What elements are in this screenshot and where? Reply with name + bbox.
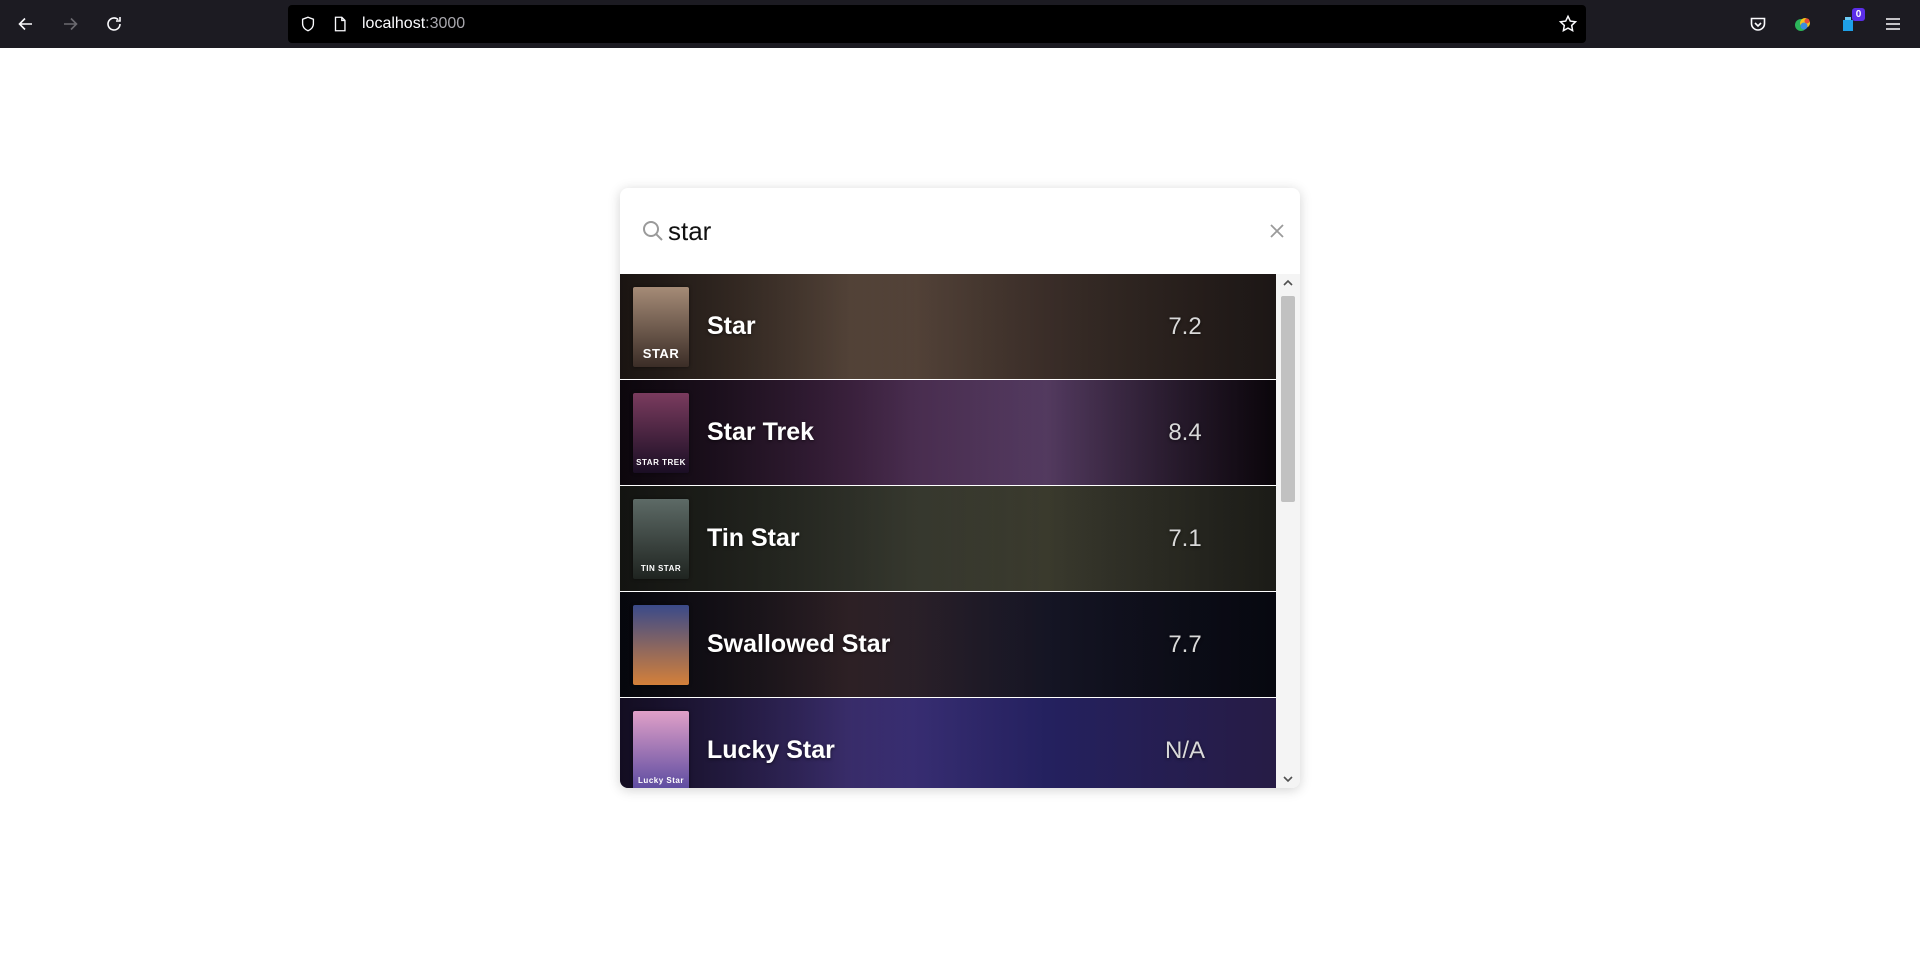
- toolbar-right: 0: [1740, 0, 1920, 48]
- search-input[interactable]: [668, 211, 1228, 251]
- result-rating: 7.7: [1168, 630, 1202, 658]
- poster-text: TIN STAR: [640, 563, 682, 573]
- result-rating: 7.2: [1168, 312, 1202, 340]
- arrow-right-icon: [64, 17, 78, 31]
- scroll-up-arrow[interactable]: [1276, 274, 1300, 292]
- close-icon[interactable]: [1264, 218, 1290, 244]
- url-bar[interactable]: localhost:3000: [288, 5, 1586, 43]
- browser-toolbar: localhost:3000 0: [0, 0, 1920, 48]
- result-row[interactable]: Swallowed Star 7.7: [620, 592, 1276, 698]
- result-title: Tin Star: [707, 524, 800, 552]
- result-poster: [633, 604, 689, 685]
- pocket-icon[interactable]: [1740, 6, 1776, 42]
- bookmark-star-icon[interactable]: [1558, 14, 1578, 34]
- result-rating: N/A: [1164, 736, 1205, 764]
- extension-badge-icon[interactable]: 0: [1830, 6, 1866, 42]
- shield-icon[interactable]: [298, 14, 318, 34]
- url-port: :3000: [425, 15, 466, 32]
- result-poster: TIN STAR: [633, 498, 689, 579]
- result-title: Swallowed Star: [707, 630, 891, 658]
- result-row[interactable]: Lucky Star Lucky Star N/A: [620, 698, 1276, 788]
- result-poster: STAR TREK: [633, 392, 689, 473]
- result-poster: STAR: [633, 286, 689, 367]
- result-poster: Lucky Star: [633, 710, 689, 788]
- result-rating: 8.4: [1168, 418, 1202, 446]
- results-list: STAR Star 7.2 STAR TREK Star Trek 8.4 TIN STAR…: [620, 274, 1276, 788]
- result-title: Star: [707, 312, 756, 340]
- poster-text: STAR: [642, 345, 680, 361]
- result-row[interactable]: STAR Star 7.2: [620, 274, 1276, 380]
- search-panel: STAR Star 7.2 STAR TREK Star Trek 8.4 TIN STAR…: [620, 188, 1300, 788]
- result-row[interactable]: STAR TREK Star Trek 8.4: [620, 380, 1276, 486]
- result-rating: 7.1: [1168, 524, 1202, 552]
- poster-text: STAR TREK: [636, 457, 686, 467]
- back-button[interactable]: [8, 6, 44, 42]
- chevron-down-icon: [1283, 776, 1293, 783]
- scroll-thumb[interactable]: [1281, 296, 1295, 502]
- colorful-extension-icon[interactable]: [1785, 6, 1821, 42]
- url-host: localhost: [362, 15, 426, 32]
- extension-badge-count: 0: [1852, 8, 1865, 21]
- reload-icon: [107, 17, 121, 31]
- forward-button[interactable]: [52, 6, 88, 42]
- chevron-up-icon: [1283, 279, 1293, 286]
- result-title: Star Trek: [707, 418, 815, 446]
- result-row[interactable]: TIN STAR Tin Star 7.1: [620, 486, 1276, 592]
- page-icon[interactable]: [330, 14, 350, 34]
- result-title: Lucky Star: [707, 736, 835, 764]
- search-header: [620, 188, 1300, 274]
- scroll-down-arrow[interactable]: [1276, 770, 1300, 788]
- hamburger-menu-icon[interactable]: [1875, 6, 1911, 42]
- arrow-left-icon: [18, 17, 32, 31]
- magnifier-icon: [640, 218, 666, 244]
- results-scrollbar[interactable]: [1276, 274, 1300, 788]
- poster-text: Lucky Star: [638, 775, 684, 785]
- reload-button[interactable]: [96, 6, 132, 42]
